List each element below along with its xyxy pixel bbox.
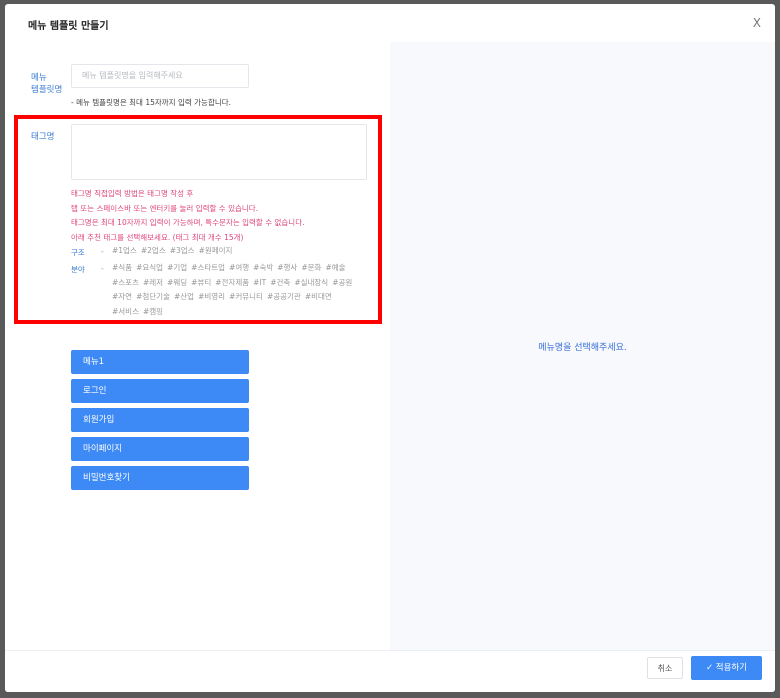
menu-item-button[interactable]: 메뉴1 bbox=[71, 350, 249, 374]
template-name-label-line2: 템플릿명 bbox=[31, 85, 63, 95]
menu-item-button[interactable]: 로그인 bbox=[71, 379, 249, 403]
modal-title: 메뉴 템플릿 만들기 bbox=[28, 21, 109, 32]
template-name-input[interactable]: 메뉴 템플릿명을 입력해주세요 bbox=[71, 64, 249, 88]
right-panel: 메뉴명을 선택해주세요. bbox=[390, 42, 775, 650]
select-menu-message: 메뉴명을 선택해주세요. bbox=[538, 343, 627, 353]
check-icon: ✓ bbox=[705, 663, 714, 673]
menu-item-button[interactable]: 회원가입 bbox=[71, 408, 249, 432]
menu-item-button[interactable]: 마이페이지 bbox=[71, 437, 249, 461]
template-name-label: 메뉴 템플릿명 bbox=[31, 72, 62, 96]
highlight-box bbox=[14, 115, 382, 324]
template-name-hint: - 메뉴 템플릿명은 최대 15자까지 입력 가능합니다. bbox=[71, 98, 232, 107]
template-name-label-line1: 메뉴 bbox=[31, 73, 47, 83]
apply-label: 적용하기 bbox=[715, 663, 748, 673]
apply-button[interactable]: ✓ 적용하기 bbox=[691, 656, 762, 680]
close-icon[interactable]: X bbox=[753, 16, 761, 30]
cancel-button[interactable]: 취소 bbox=[647, 657, 683, 679]
menu-template-modal: 메뉴 템플릿 만들기 X 메뉴 템플릿명 메뉴 템플릿명을 입력해주세요 - 메… bbox=[5, 4, 775, 692]
modal-header: 메뉴 템플릿 만들기 X bbox=[5, 4, 775, 42]
menu-item-button[interactable]: 비밀번호찾기 bbox=[71, 466, 249, 490]
